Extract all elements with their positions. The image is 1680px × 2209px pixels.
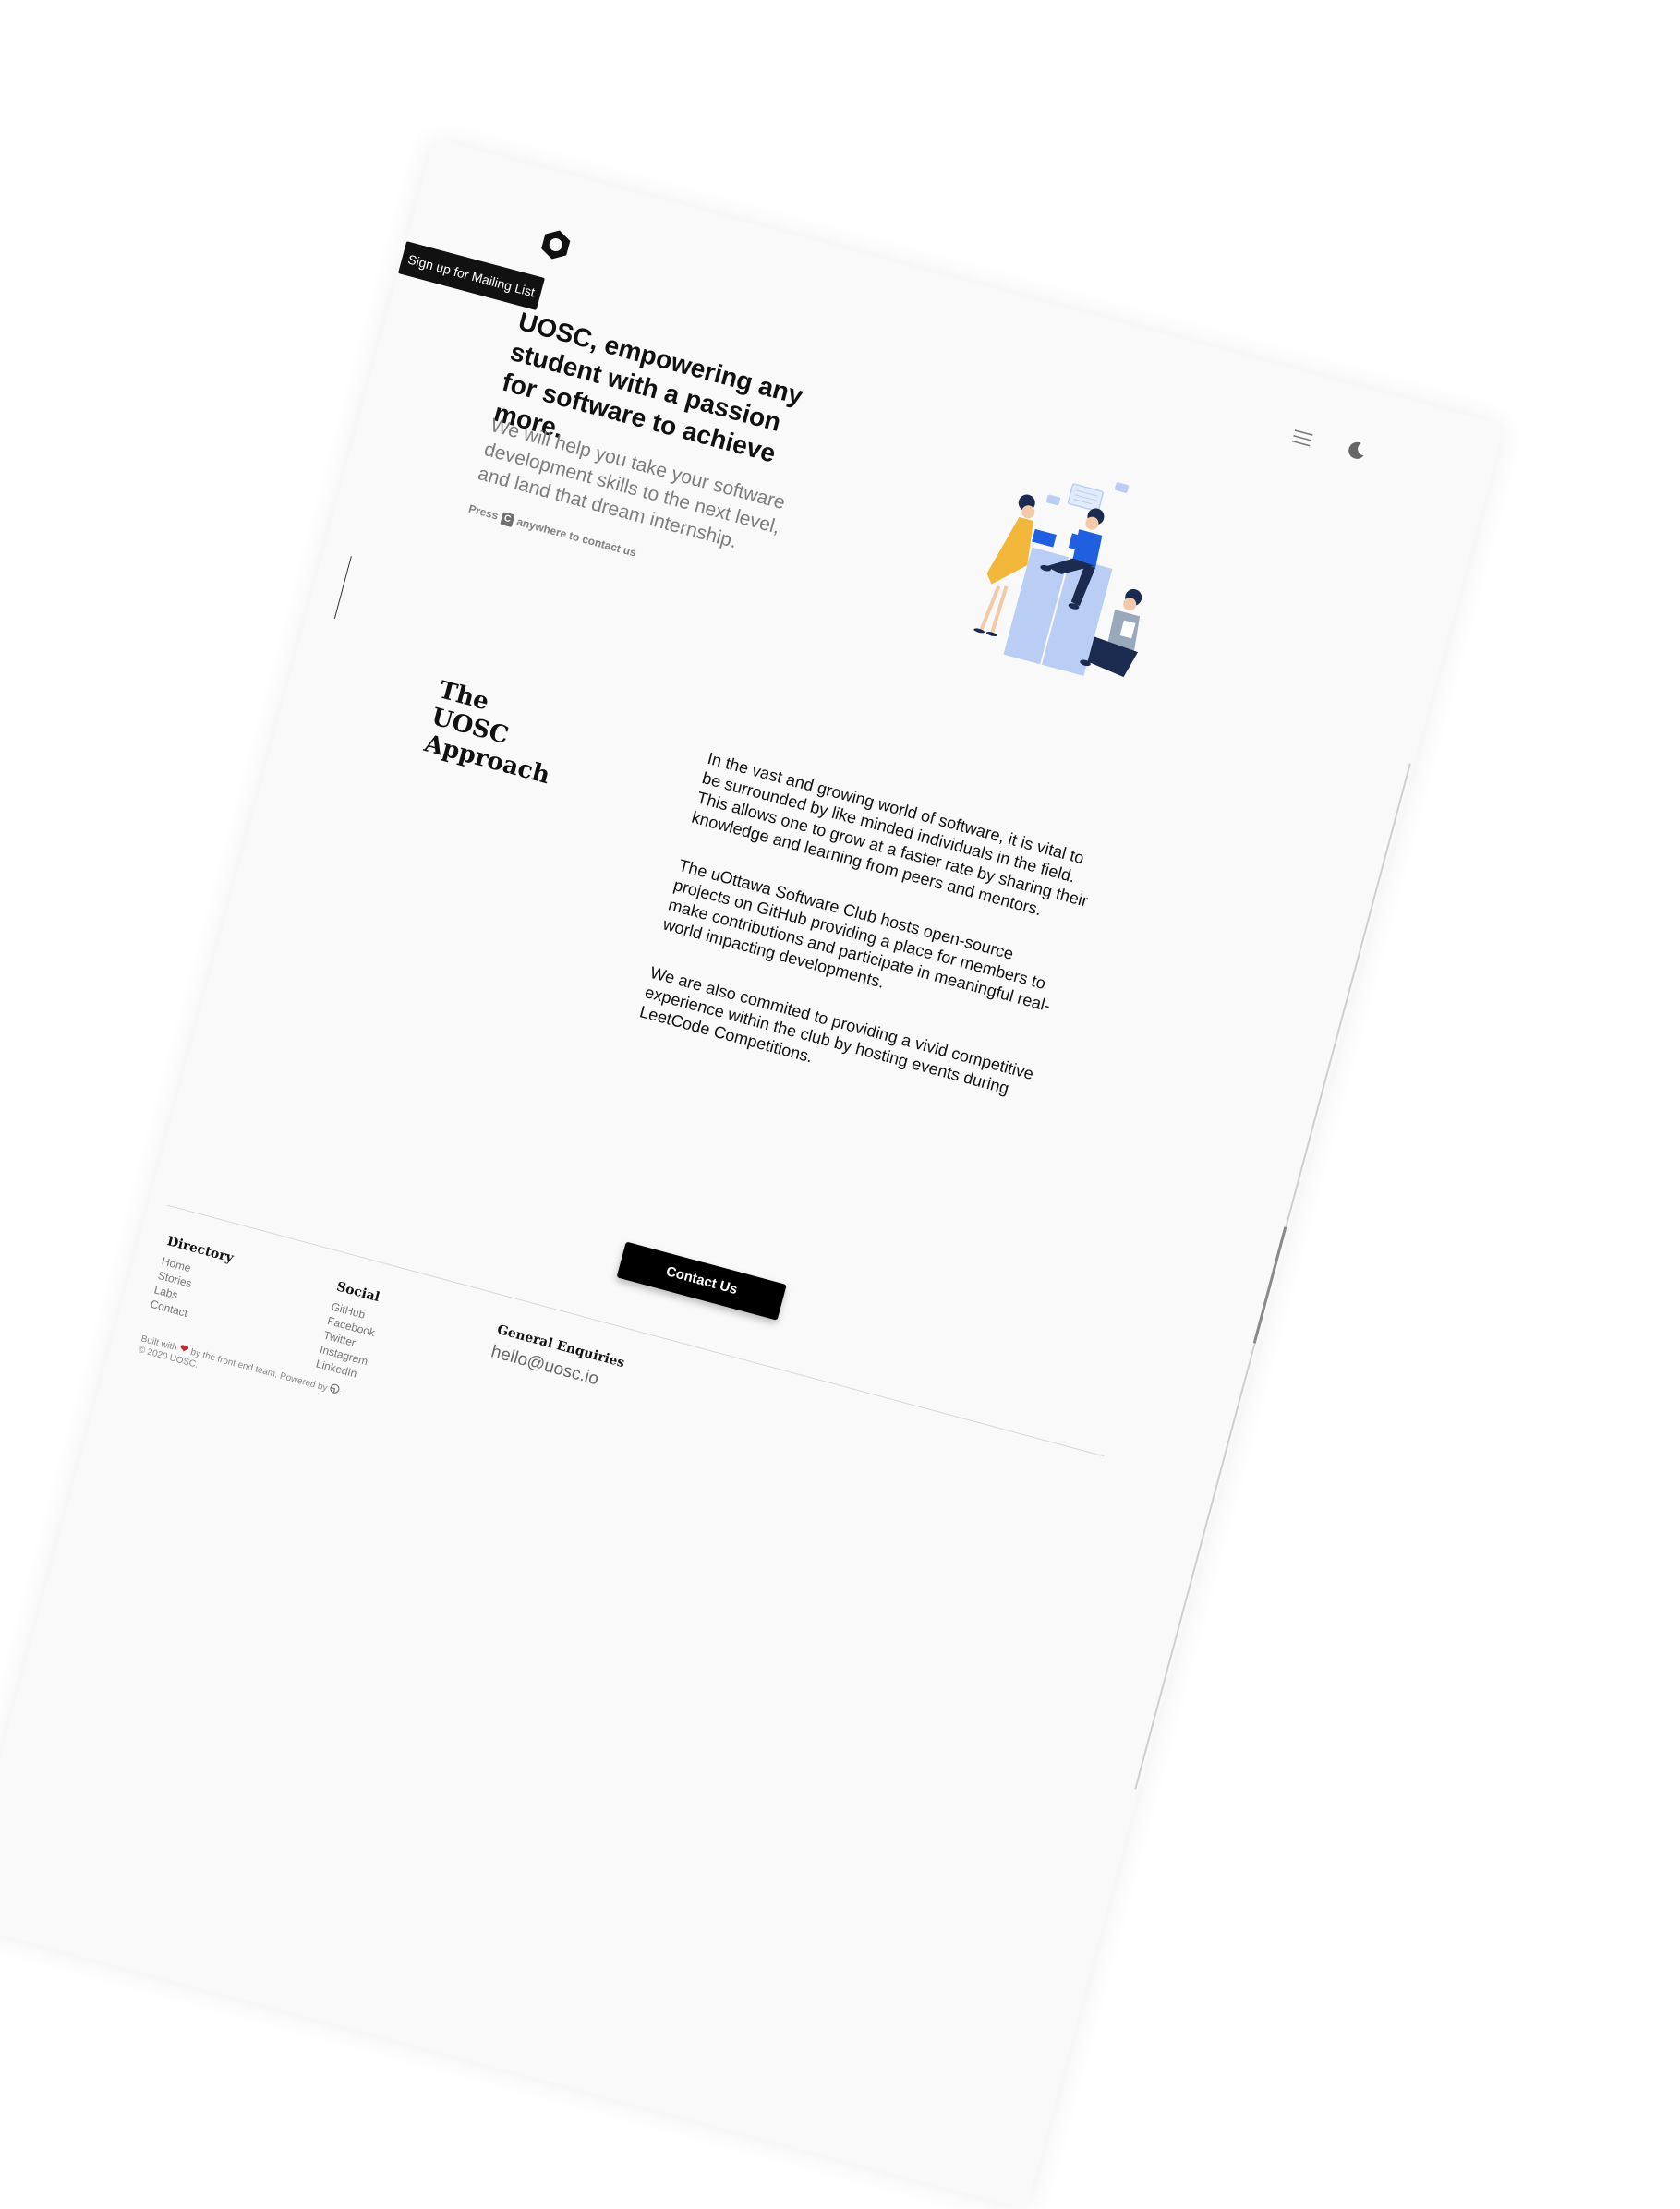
keyboard-key-badge: C — [500, 512, 515, 528]
approach-title: The UOSC Approach — [421, 676, 553, 791]
footer-divider — [167, 1204, 1105, 1457]
footer-directory: Directory Home Stories Labs Contact — [149, 1234, 235, 1328]
contact-us-button[interactable]: Contact Us — [616, 1241, 787, 1321]
page-card: Sign up for Mailing List UOSC, empowerin… — [0, 139, 1505, 2209]
footer-social: Social GitHub Facebook Twitter Instagram… — [314, 1279, 386, 1382]
scrollbar-thumb[interactable] — [1252, 1226, 1287, 1344]
credits-line: Built with ❤ by the front end team. Powe… — [139, 1332, 344, 1398]
hexagon-logo-icon[interactable] — [537, 225, 575, 264]
footer-credits: Built with ❤ by the front end team. Powe… — [137, 1332, 344, 1408]
scroll-indicator-line — [333, 556, 352, 619]
moon-icon[interactable] — [1343, 437, 1370, 464]
mailing-list-button[interactable]: Sign up for Mailing List — [397, 241, 545, 310]
footer-enquiries: General Enquiries hello@uosc.io — [489, 1322, 626, 1395]
hamburger-menu-icon[interactable] — [1289, 427, 1315, 451]
team-illustration — [973, 482, 1142, 678]
heart-icon: ❤ — [177, 1341, 191, 1357]
hint-prefix: Press — [466, 501, 501, 523]
